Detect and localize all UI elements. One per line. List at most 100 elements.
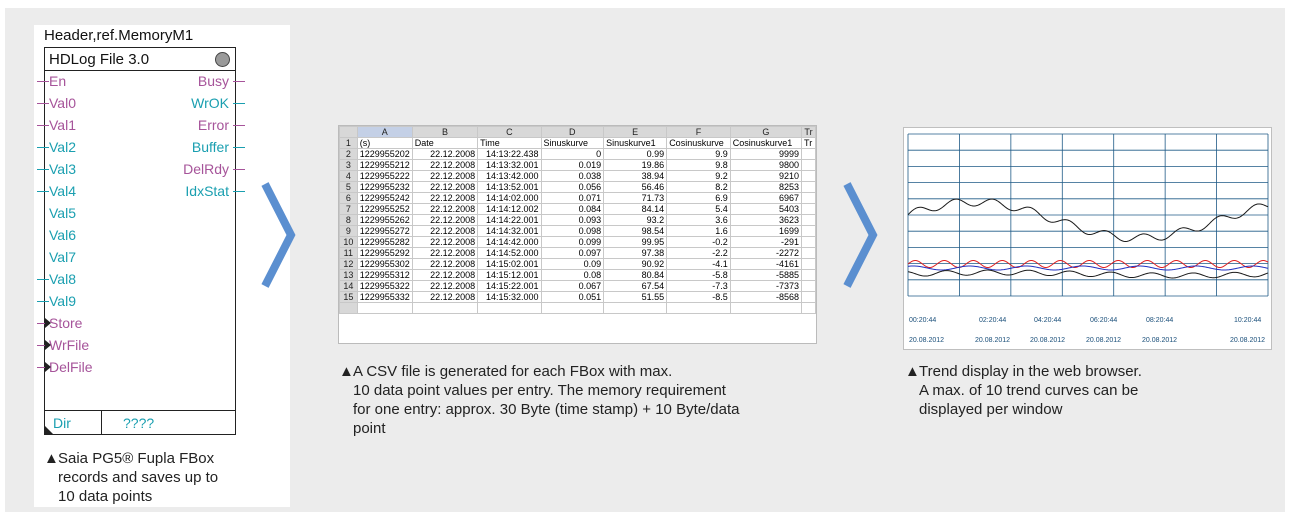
column-header[interactable]: Tr bbox=[801, 126, 816, 138]
table-cell[interactable]: 5.4 bbox=[666, 203, 731, 215]
row-header[interactable]: 1 bbox=[339, 137, 358, 149]
table-cell[interactable] bbox=[801, 280, 816, 292]
table-cell[interactable]: 22.12.2008 bbox=[411, 291, 479, 303]
table-cell[interactable]: 1229955322 bbox=[356, 280, 413, 292]
row-header[interactable]: 2 bbox=[339, 148, 358, 160]
table-cell[interactable]: 1229955262 bbox=[356, 214, 413, 226]
column-header[interactable]: B bbox=[411, 126, 479, 138]
table-cell[interactable]: 38.94 bbox=[603, 170, 668, 182]
table-cell[interactable]: 9800 bbox=[729, 159, 803, 171]
table-cell[interactable] bbox=[801, 159, 816, 171]
table-cell[interactable]: 14:13:52.001 bbox=[477, 181, 542, 193]
table-cell[interactable]: Sinuskurve bbox=[540, 137, 605, 149]
row-header[interactable]: 4 bbox=[339, 170, 358, 182]
table-cell[interactable] bbox=[801, 236, 816, 248]
table-cell[interactable]: 14:14:02.000 bbox=[477, 192, 542, 204]
table-cell[interactable] bbox=[729, 302, 803, 314]
table-cell[interactable]: -8.5 bbox=[666, 291, 731, 303]
table-cell[interactable]: Cosinuskurve1 bbox=[729, 137, 803, 149]
table-cell[interactable]: 14:14:22.001 bbox=[477, 214, 542, 226]
row-header[interactable]: 14 bbox=[339, 280, 358, 292]
table-cell[interactable]: 0 bbox=[540, 148, 605, 160]
table-cell[interactable]: Cosinuskurve bbox=[666, 137, 731, 149]
column-header[interactable]: E bbox=[603, 126, 668, 138]
table-cell[interactable]: 22.12.2008 bbox=[411, 170, 479, 182]
table-cell[interactable]: 98.54 bbox=[603, 225, 668, 237]
row-header[interactable]: 7 bbox=[339, 203, 358, 215]
table-cell[interactable]: 14:14:32.001 bbox=[477, 225, 542, 237]
table-cell[interactable]: 0.038 bbox=[540, 170, 605, 182]
table-cell[interactable]: 1229955312 bbox=[356, 269, 413, 281]
table-cell[interactable]: 14:14:12.002 bbox=[477, 203, 542, 215]
table-cell[interactable]: 93.2 bbox=[603, 214, 668, 226]
table-cell[interactable]: 19.86 bbox=[603, 159, 668, 171]
row-header[interactable]: 11 bbox=[339, 247, 358, 259]
row-header[interactable]: 8 bbox=[339, 214, 358, 226]
table-cell[interactable]: -0.2 bbox=[666, 236, 731, 248]
table-cell[interactable]: 0.99 bbox=[603, 148, 668, 160]
table-cell[interactable]: 3623 bbox=[729, 214, 803, 226]
table-cell[interactable]: 22.12.2008 bbox=[411, 181, 479, 193]
table-cell[interactable]: 14:13:22.438 bbox=[477, 148, 542, 160]
table-cell[interactable]: -5.8 bbox=[666, 269, 731, 281]
table-cell[interactable]: 14:15:12.001 bbox=[477, 269, 542, 281]
row-header[interactable]: 5 bbox=[339, 181, 358, 193]
table-cell[interactable]: 67.54 bbox=[603, 280, 668, 292]
table-cell[interactable] bbox=[801, 203, 816, 215]
table-cell[interactable] bbox=[801, 214, 816, 226]
table-cell[interactable] bbox=[801, 291, 816, 303]
table-cell[interactable]: 22.12.2008 bbox=[411, 269, 479, 281]
table-cell[interactable]: (s) bbox=[356, 137, 413, 149]
table-cell[interactable] bbox=[356, 302, 413, 314]
table-cell[interactable]: 0.019 bbox=[540, 159, 605, 171]
table-cell[interactable]: -5885 bbox=[729, 269, 803, 281]
table-cell[interactable] bbox=[801, 269, 816, 281]
table-cell[interactable]: 99.95 bbox=[603, 236, 668, 248]
table-cell[interactable]: 0.084 bbox=[540, 203, 605, 215]
table-cell[interactable]: Sinuskurve1 bbox=[603, 137, 668, 149]
table-cell[interactable]: 0.098 bbox=[540, 225, 605, 237]
table-cell[interactable]: 9.9 bbox=[666, 148, 731, 160]
table-cell[interactable]: -7.3 bbox=[666, 280, 731, 292]
table-cell[interactable]: 14:15:22.001 bbox=[477, 280, 542, 292]
table-cell[interactable]: Time bbox=[477, 137, 542, 149]
column-header[interactable]: A bbox=[356, 126, 413, 138]
table-cell[interactable]: 14:13:32.001 bbox=[477, 159, 542, 171]
table-cell[interactable]: 80.84 bbox=[603, 269, 668, 281]
table-cell[interactable] bbox=[801, 225, 816, 237]
table-cell[interactable]: 71.73 bbox=[603, 192, 668, 204]
table-cell[interactable]: -4161 bbox=[729, 258, 803, 270]
table-cell[interactable]: 22.12.2008 bbox=[411, 280, 479, 292]
table-cell[interactable]: 51.55 bbox=[603, 291, 668, 303]
spreadsheet-corner[interactable] bbox=[339, 126, 358, 138]
table-cell[interactable]: -2.2 bbox=[666, 247, 731, 259]
table-cell[interactable]: 0.051 bbox=[540, 291, 605, 303]
table-cell[interactable]: 1229955292 bbox=[356, 247, 413, 259]
table-cell[interactable]: -7373 bbox=[729, 280, 803, 292]
row-header[interactable] bbox=[339, 302, 358, 314]
table-cell[interactable]: 0.093 bbox=[540, 214, 605, 226]
table-cell[interactable]: 14:14:42.000 bbox=[477, 236, 542, 248]
table-cell[interactable]: 9.2 bbox=[666, 170, 731, 182]
table-cell[interactable]: 8.2 bbox=[666, 181, 731, 193]
table-cell[interactable] bbox=[801, 258, 816, 270]
table-cell[interactable]: 1.6 bbox=[666, 225, 731, 237]
column-header[interactable]: F bbox=[666, 126, 731, 138]
table-cell[interactable]: 22.12.2008 bbox=[411, 225, 479, 237]
table-cell[interactable]: 5403 bbox=[729, 203, 803, 215]
table-cell[interactable]: 6967 bbox=[729, 192, 803, 204]
row-header[interactable]: 15 bbox=[339, 291, 358, 303]
column-header[interactable]: C bbox=[477, 126, 542, 138]
table-cell[interactable]: 0.08 bbox=[540, 269, 605, 281]
table-cell[interactable]: -291 bbox=[729, 236, 803, 248]
table-cell[interactable]: 22.12.2008 bbox=[411, 247, 479, 259]
column-header[interactable]: D bbox=[540, 126, 605, 138]
table-cell[interactable] bbox=[603, 302, 668, 314]
table-cell[interactable]: 1229955332 bbox=[356, 291, 413, 303]
table-cell[interactable]: 14:15:02.001 bbox=[477, 258, 542, 270]
table-cell[interactable]: Date bbox=[411, 137, 479, 149]
table-cell[interactable]: 9999 bbox=[729, 148, 803, 160]
table-cell[interactable]: Tr bbox=[801, 137, 816, 149]
table-cell[interactable] bbox=[801, 181, 816, 193]
row-header[interactable]: 9 bbox=[339, 225, 358, 237]
